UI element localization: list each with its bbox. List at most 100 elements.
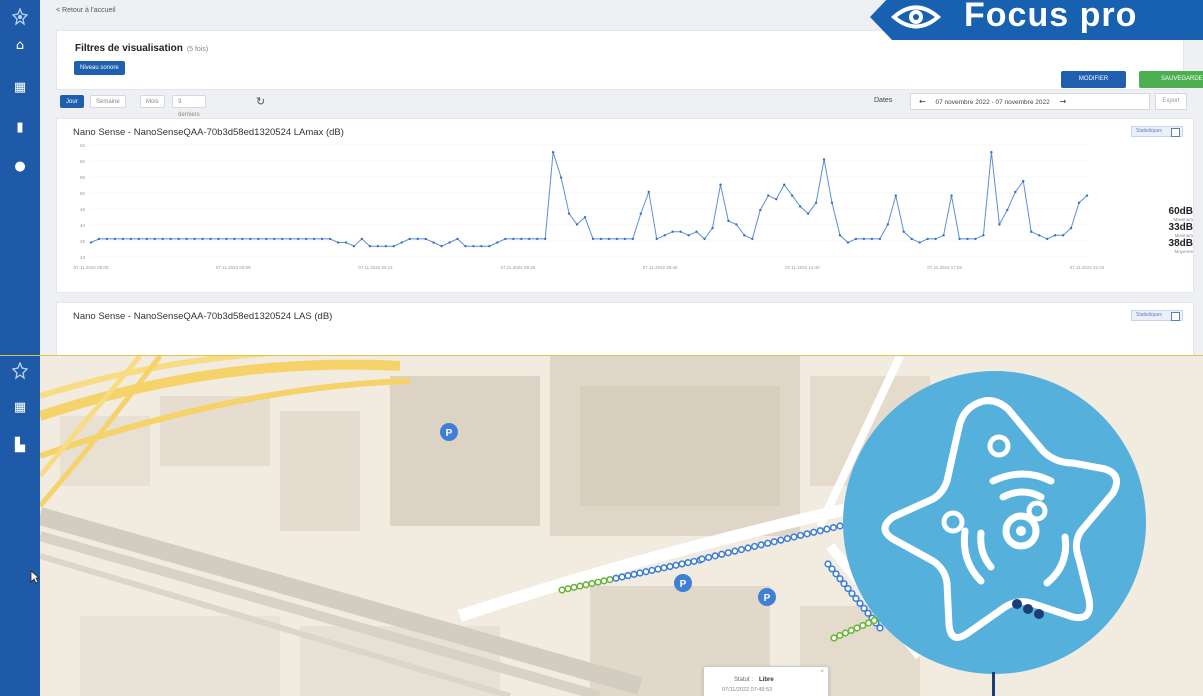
parking-spot[interactable]	[829, 523, 838, 532]
parking-spot[interactable]	[666, 562, 674, 571]
back-to-home-link[interactable]: < Retour à l'accueil	[56, 7, 116, 14]
parking-spot[interactable]	[684, 559, 692, 567]
data-point[interactable]	[352, 244, 356, 248]
data-point[interactable]	[751, 237, 754, 241]
data-point[interactable]	[336, 241, 340, 244]
data-point[interactable]	[472, 244, 475, 248]
data-point[interactable]	[392, 244, 395, 248]
data-point[interactable]	[121, 237, 125, 241]
statistics-toggle[interactable]: Statistiques	[1131, 126, 1183, 137]
data-point[interactable]	[910, 237, 913, 241]
data-point[interactable]	[735, 223, 738, 226]
data-point[interactable]	[456, 237, 459, 241]
data-point[interactable]	[798, 205, 802, 208]
parking-spot[interactable]	[770, 538, 778, 546]
data-point[interactable]	[440, 244, 443, 248]
parking-spot[interactable]	[836, 522, 844, 530]
parking-spot[interactable]	[724, 549, 732, 557]
data-point[interactable]	[575, 223, 579, 226]
save-button[interactable]: SAUVEGARDER	[1139, 71, 1203, 88]
data-point[interactable]	[360, 237, 364, 241]
data-point[interactable]	[894, 194, 897, 197]
data-point[interactable]	[583, 216, 587, 219]
parking-spot[interactable]	[783, 534, 792, 543]
data-point[interactable]	[424, 237, 427, 241]
data-point[interactable]	[719, 183, 722, 186]
parking-spot[interactable]	[570, 583, 578, 591]
data-point[interactable]	[830, 201, 834, 205]
parking-marker[interactable]: P	[440, 423, 458, 441]
data-point[interactable]	[591, 237, 595, 241]
data-point[interactable]	[113, 237, 117, 241]
export-button[interactable]: Export	[1155, 93, 1187, 110]
data-point[interactable]	[1014, 190, 1017, 194]
data-point[interactable]	[1006, 208, 1009, 212]
parking-spot[interactable]	[823, 525, 831, 533]
data-point[interactable]	[145, 237, 148, 241]
data-point[interactable]	[281, 237, 284, 241]
data-point[interactable]	[615, 237, 619, 241]
data-point[interactable]	[655, 237, 658, 241]
parking-spot[interactable]	[582, 581, 590, 589]
data-point[interactable]	[846, 241, 850, 244]
data-point[interactable]	[464, 244, 467, 248]
data-point[interactable]	[671, 230, 674, 233]
parking-spot[interactable]	[698, 555, 706, 563]
data-point[interactable]	[703, 237, 706, 241]
parking-spot[interactable]	[588, 579, 596, 588]
data-point[interactable]	[1030, 230, 1033, 233]
data-point[interactable]	[257, 237, 260, 241]
data-point[interactable]	[536, 237, 539, 241]
period-3months-button[interactable]: 3 derniers mois	[172, 95, 206, 131]
parking-spot[interactable]	[606, 575, 614, 584]
parking-marker[interactable]: P	[758, 588, 776, 606]
data-point[interactable]	[384, 244, 388, 248]
parking-spot[interactable]	[830, 634, 838, 642]
data-point[interactable]	[225, 237, 228, 241]
data-point[interactable]	[918, 241, 921, 244]
data-point[interactable]	[408, 237, 411, 241]
data-point[interactable]	[679, 230, 682, 233]
data-point[interactable]	[504, 237, 507, 241]
data-point[interactable]	[273, 237, 276, 241]
data-point[interactable]	[767, 194, 770, 197]
parking-spot[interactable]	[564, 585, 572, 593]
data-point[interactable]	[89, 241, 93, 244]
statistics-toggle-2[interactable]: Statistiques	[1131, 310, 1183, 321]
close-icon[interactable]: ×	[820, 669, 824, 675]
data-point[interactable]	[727, 219, 730, 223]
data-point[interactable]	[647, 190, 650, 194]
data-point[interactable]	[1045, 237, 1049, 241]
data-point[interactable]	[926, 237, 929, 241]
data-point[interactable]	[974, 237, 977, 241]
parking-spot[interactable]	[624, 572, 632, 580]
data-point[interactable]	[998, 223, 1001, 226]
data-point[interactable]	[161, 237, 164, 241]
map-icon[interactable]: ▦	[10, 398, 30, 418]
data-point[interactable]	[966, 237, 969, 241]
data-point[interactable]	[902, 230, 905, 233]
data-point[interactable]	[432, 241, 435, 244]
parking-spot[interactable]	[690, 557, 698, 565]
data-point[interactable]	[320, 237, 324, 241]
data-point[interactable]	[153, 237, 156, 241]
parking-spot[interactable]	[648, 566, 656, 575]
data-point[interactable]	[265, 237, 268, 241]
data-point[interactable]	[209, 237, 212, 241]
period-week-button[interactable]: Semaine	[90, 95, 126, 108]
data-point[interactable]	[416, 237, 419, 241]
data-point[interactable]	[551, 151, 555, 154]
data-point[interactable]	[488, 244, 491, 248]
data-point[interactable]	[854, 237, 858, 241]
data-point[interactable]	[607, 237, 611, 241]
data-point[interactable]	[289, 237, 292, 241]
data-point[interactable]	[559, 176, 563, 179]
data-point[interactable]	[97, 237, 101, 241]
data-point[interactable]	[806, 212, 810, 215]
parking-spot[interactable]	[836, 631, 844, 640]
data-point[interactable]	[950, 194, 953, 197]
data-point[interactable]	[567, 212, 571, 215]
data-point[interactable]	[368, 244, 372, 248]
period-month-button[interactable]: Mois	[140, 95, 165, 108]
bookmark-icon[interactable]: ▮	[10, 118, 30, 138]
